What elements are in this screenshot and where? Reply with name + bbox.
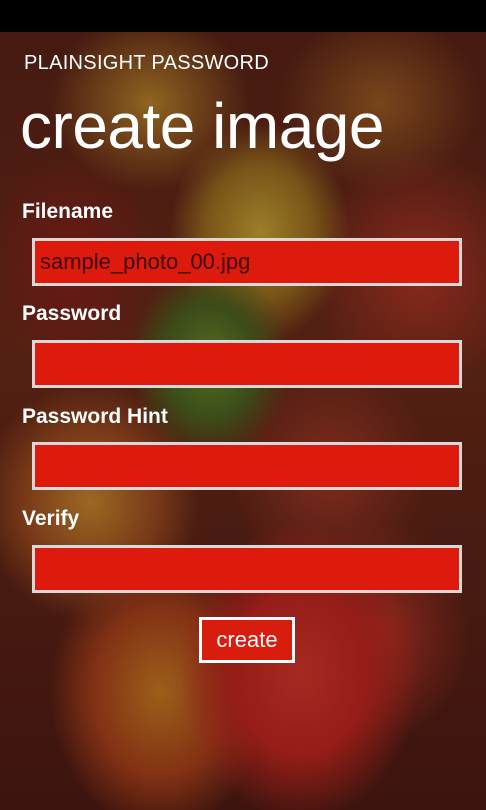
- password-input[interactable]: [35, 343, 459, 385]
- password-field-box: [32, 340, 462, 388]
- password-hint-field-box: [32, 442, 462, 490]
- password-label: Password: [22, 302, 122, 325]
- status-bar: [0, 0, 486, 32]
- filename-input[interactable]: [35, 241, 459, 283]
- filename-label: Filename: [22, 200, 114, 223]
- verify-input[interactable]: [35, 548, 459, 590]
- filename-field-box: [32, 238, 462, 286]
- verify-field-box: [32, 545, 462, 593]
- app-title: PLAINSIGHT PASSWORD: [24, 52, 270, 74]
- create-button[interactable]: create: [199, 617, 295, 663]
- password-hint-label: Password Hint: [22, 405, 168, 428]
- verify-label: Verify: [22, 507, 80, 530]
- page-title: create image: [20, 90, 384, 162]
- password-hint-input[interactable]: [35, 445, 459, 487]
